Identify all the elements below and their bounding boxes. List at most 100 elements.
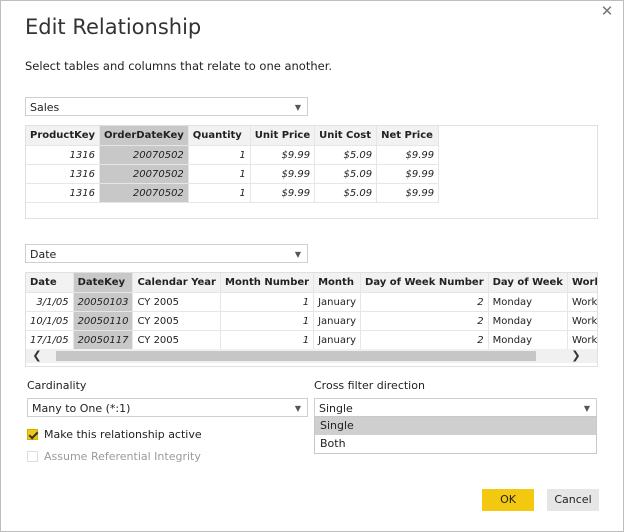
table-cell: $9.99 xyxy=(376,164,440,184)
table1-select[interactable]: Sales ▼ xyxy=(25,97,308,116)
table-cell: $9.99 xyxy=(250,145,316,165)
column-header[interactable]: ProductKey xyxy=(26,126,100,146)
referential-integrity-option: Assume Referential Integrity xyxy=(27,450,287,463)
edit-relationship-dialog: ✕ Edit Relationship Select tables and co… xyxy=(0,0,624,532)
cross-filter-value: Single xyxy=(319,402,353,415)
dialog-title: Edit Relationship xyxy=(25,15,202,39)
column-header[interactable]: Day of Week xyxy=(488,273,568,293)
table1-grid: ProductKey OrderDateKey Quantity Unit Price… xyxy=(26,126,440,203)
table-cell: CY 2005 xyxy=(132,311,221,331)
chevron-down-icon: ▼ xyxy=(294,103,301,112)
cross-filter-select[interactable]: Single ▼ xyxy=(314,398,597,417)
column-header[interactable]: DateKey xyxy=(73,273,134,293)
table-cell: 2 xyxy=(360,292,489,312)
table-cell: $9.99 xyxy=(250,164,316,184)
column-header[interactable]: Month Number xyxy=(220,273,315,293)
column-header[interactable]: Unit Cost xyxy=(314,126,378,146)
table-cell: 1316 xyxy=(26,183,100,203)
table2-header-row: Date DateKey Calendar Year Month Number Mont… xyxy=(26,273,597,293)
column-header[interactable]: Calendar Year xyxy=(132,273,221,293)
table1-select-value: Sales xyxy=(30,101,60,114)
table-cell: 1 xyxy=(188,183,251,203)
column-header[interactable]: Unit Price xyxy=(250,126,316,146)
table-cell: 20070502 xyxy=(99,164,189,184)
table-cell: CY 2005 xyxy=(132,330,221,350)
table-cell: WorkDay xyxy=(567,330,597,350)
table-cell: WorkDay xyxy=(567,311,597,331)
column-header[interactable]: Date xyxy=(26,273,74,293)
column-header[interactable]: Working xyxy=(567,273,597,293)
horizontal-scrollbar[interactable]: ❮ ❯ xyxy=(26,349,597,363)
close-icon[interactable]: ✕ xyxy=(599,3,615,19)
referential-integrity-label: Assume Referential Integrity xyxy=(44,450,201,463)
table-cell: 1 xyxy=(188,164,251,184)
table-cell: 20070502 xyxy=(99,183,189,203)
table-cell: $5.09 xyxy=(314,164,378,184)
table-row: 1316 20070502 1 $9.99 $5.09 $9.99 xyxy=(26,183,440,203)
table1-header-row: ProductKey OrderDateKey Quantity Unit Price… xyxy=(26,126,440,146)
table-cell: January xyxy=(313,292,362,312)
chevron-down-icon: ▼ xyxy=(294,404,301,413)
column-header[interactable]: Net Price xyxy=(376,126,440,146)
scroll-right-icon[interactable]: ❯ xyxy=(569,349,583,363)
table-cell: CY 2005 xyxy=(132,292,221,312)
table-cell: $9.99 xyxy=(376,145,440,165)
table-row: 1316 20070502 1 $9.99 $5.09 $9.99 xyxy=(26,145,440,165)
table-cell: 1 xyxy=(188,145,251,165)
table-cell: $9.99 xyxy=(250,183,316,203)
active-relationship-checkbox[interactable] xyxy=(27,429,38,440)
column-header[interactable]: Month xyxy=(313,273,362,293)
table-cell: January xyxy=(313,330,362,350)
table-cell: 1316 xyxy=(26,164,100,184)
table-cell: 2 xyxy=(360,330,489,350)
scroll-left-icon[interactable]: ❮ xyxy=(30,349,44,363)
table2-grid: Date DateKey Calendar Year Month Number Mont… xyxy=(26,273,597,350)
table-cell: WorkDay xyxy=(567,292,597,312)
cardinality-value: Many to One (*:1) xyxy=(32,402,131,415)
table-row: 17/1/05 20050117 CY 2005 1 January 2 Monday Wor… xyxy=(26,330,597,350)
table-cell: Monday xyxy=(488,330,568,350)
table-row: 1316 20070502 1 $9.99 $5.09 $9.99 xyxy=(26,164,440,184)
table-cell: 20070502 xyxy=(99,145,189,165)
column-header[interactable]: OrderDateKey xyxy=(99,126,189,146)
table-cell: Monday xyxy=(488,311,568,331)
column-header[interactable]: Day of Week Number xyxy=(360,273,489,293)
table1-preview: ProductKey OrderDateKey Quantity Unit Price… xyxy=(25,125,598,219)
scrollbar-thumb[interactable] xyxy=(56,351,536,361)
table-cell: January xyxy=(313,311,362,331)
cancel-button[interactable]: Cancel xyxy=(547,489,599,511)
table-cell: 17/1/05 xyxy=(26,330,74,350)
table-cell: 1316 xyxy=(26,145,100,165)
table-cell: $5.09 xyxy=(314,145,378,165)
column-header[interactable]: Quantity xyxy=(188,126,251,146)
active-relationship-option[interactable]: Make this relationship active xyxy=(27,428,287,441)
cross-filter-label: Cross filter direction xyxy=(314,379,425,392)
table-row: 3/1/05 20050103 CY 2005 1 January 2 Monday Work… xyxy=(26,292,597,312)
cross-filter-option-both[interactable]: Both xyxy=(315,435,596,453)
table-cell: 1 xyxy=(220,330,315,350)
table-cell: $9.99 xyxy=(376,183,440,203)
table2-select[interactable]: Date ▼ xyxy=(25,244,308,263)
table-cell: 10/1/05 xyxy=(26,311,74,331)
dialog-subtitle: Select tables and columns that relate to… xyxy=(25,59,333,73)
table-cell: 3/1/05 xyxy=(26,292,74,312)
table-cell: $5.09 xyxy=(314,183,378,203)
table2-select-value: Date xyxy=(30,248,57,261)
table-cell: 20050103 xyxy=(73,292,134,312)
ok-button[interactable]: OK xyxy=(482,489,534,511)
chevron-down-icon: ▼ xyxy=(294,250,301,259)
table-row: 10/1/05 20050110 CY 2005 1 January 2 Monday Wor… xyxy=(26,311,597,331)
table-cell: 1 xyxy=(220,292,315,312)
cross-filter-option-single[interactable]: Single xyxy=(315,417,596,435)
active-relationship-label: Make this relationship active xyxy=(44,428,202,441)
cardinality-select[interactable]: Many to One (*:1) ▼ xyxy=(27,398,308,417)
table2-preview: Date DateKey Calendar Year Month Number Mont… xyxy=(25,272,598,367)
referential-integrity-checkbox xyxy=(27,451,38,462)
cardinality-label: Cardinality xyxy=(27,379,87,392)
table-cell: Monday xyxy=(488,292,568,312)
table-cell: 20050110 xyxy=(73,311,134,331)
table-cell: 2 xyxy=(360,311,489,331)
table-cell: 1 xyxy=(220,311,315,331)
cross-filter-options: Single Both xyxy=(314,416,597,454)
table-cell: 20050117 xyxy=(73,330,134,350)
